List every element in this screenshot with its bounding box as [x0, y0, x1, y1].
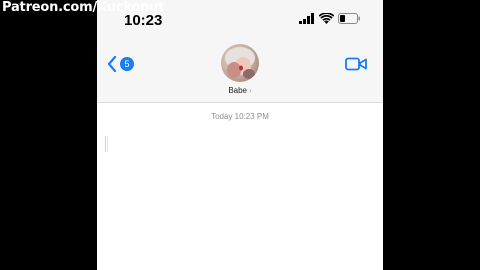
contact-avatar[interactable]: [221, 44, 259, 82]
unread-count-badge: 5: [120, 57, 134, 71]
conversation-header: 10:23 5 Babe ›: [97, 0, 383, 103]
watermark-text: Patreon.com/Kuckonut: [2, 0, 165, 15]
back-button[interactable]: 5: [107, 54, 137, 74]
battery-icon: [338, 13, 360, 24]
phone-screen: 10:23 5 Babe › Today 10:23 PM: [97, 0, 383, 270]
wifi-icon: [319, 13, 334, 24]
chevron-right-icon: ›: [249, 86, 252, 95]
contact-name-row[interactable]: Babe ›: [97, 86, 383, 95]
video-call-button[interactable]: [345, 57, 367, 71]
message-timestamp: Today 10:23 PM: [211, 112, 269, 121]
chevron-left-icon: [107, 56, 117, 72]
typing-indicator-edge: [105, 136, 108, 152]
contact-name: Babe: [228, 86, 247, 95]
cellular-signal-icon: [299, 13, 314, 24]
avatar-photo: [225, 47, 255, 79]
